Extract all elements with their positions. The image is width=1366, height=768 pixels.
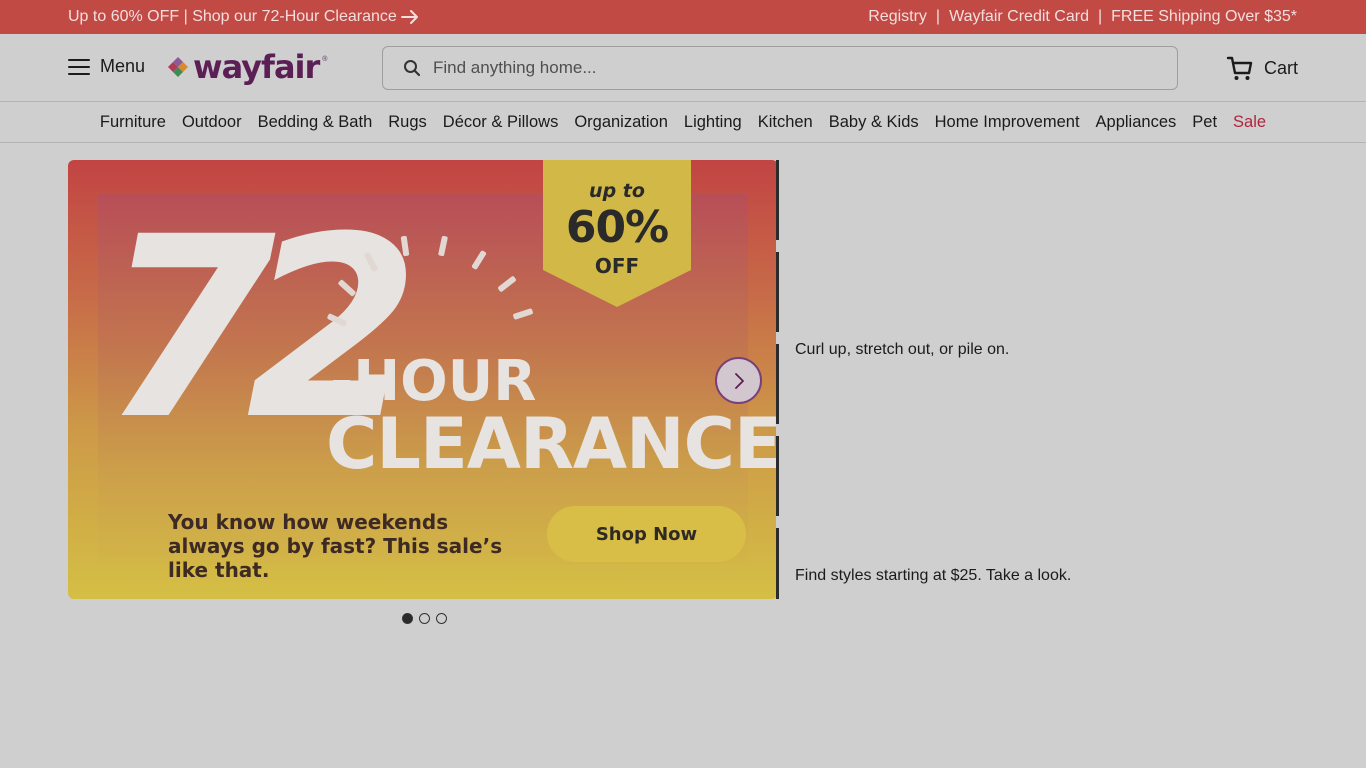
category-nav: Furniture Outdoor Bedding & Bath Rugs Dé… — [0, 103, 1366, 143]
cart-icon — [1226, 56, 1253, 80]
side-panel-text[interactable]: Curl up, stretch out, or pile on. — [795, 341, 1009, 359]
arrow-right-icon — [400, 10, 418, 24]
separator: | — [1097, 8, 1103, 25]
search-input[interactable] — [433, 58, 1133, 78]
category-sale[interactable]: Sale — [1233, 113, 1266, 132]
category-pet[interactable]: Pet — [1192, 113, 1217, 132]
site-header: Menu wayfair ® Cart — [0, 34, 1366, 102]
category-lighting[interactable]: Lighting — [684, 113, 742, 132]
decorative-tick — [497, 275, 517, 293]
decorative-tick — [512, 308, 534, 320]
search-icon[interactable] — [403, 59, 421, 77]
carousel-dot[interactable] — [402, 613, 413, 624]
category-baby-kids[interactable]: Baby & Kids — [829, 113, 919, 132]
clearance-promo-link[interactable]: Up to 60% OFF | Shop our 72-Hour Clearan… — [68, 8, 419, 26]
decorative-tick — [400, 235, 410, 257]
promo-links: Registry | Wayfair Credit Card | FREE Sh… — [868, 8, 1297, 26]
carousel-next-button[interactable] — [715, 357, 762, 404]
promo-text: Up to 60% OFF | Shop our 72-Hour Clearan… — [68, 8, 397, 25]
category-kitchen[interactable]: Kitchen — [758, 113, 813, 132]
category-furniture[interactable]: Furniture — [100, 113, 166, 132]
hero-banner[interactable]: 72 -HOUR CLEARANCE You know how weekends… — [68, 160, 778, 599]
category-decor-pillows[interactable]: Décor & Pillows — [443, 113, 559, 132]
badge-percent: 60% — [565, 202, 669, 253]
promo-bar: Up to 60% OFF | Shop our 72-Hour Clearan… — [0, 0, 1366, 34]
category-bedding-bath[interactable]: Bedding & Bath — [258, 113, 373, 132]
next-slide-peek — [776, 160, 779, 599]
category-rugs[interactable]: Rugs — [388, 113, 427, 132]
category-home-improvement[interactable]: Home Improvement — [935, 113, 1080, 132]
side-panel-text[interactable]: Find styles starting at $25. Take a look… — [795, 567, 1071, 585]
carousel-dot[interactable] — [419, 613, 430, 624]
badge-off: OFF — [594, 254, 640, 278]
discount-badge: up to 60% OFF — [543, 160, 691, 307]
carousel-dot[interactable] — [436, 613, 447, 624]
logo-text: wayfair — [193, 48, 320, 86]
chevron-right-icon — [734, 372, 744, 389]
category-appliances[interactable]: Appliances — [1096, 113, 1177, 132]
cart-button[interactable]: Cart — [1226, 54, 1298, 82]
decorative-tick — [471, 249, 487, 271]
credit-card-link[interactable]: Wayfair Credit Card — [949, 8, 1089, 26]
category-outdoor[interactable]: Outdoor — [182, 113, 242, 132]
separator: | — [935, 8, 941, 25]
badge-up-to: up to — [589, 180, 645, 202]
decorative-tick — [437, 235, 449, 257]
registry-link[interactable]: Registry — [868, 8, 927, 26]
menu-label: Menu — [100, 56, 146, 76]
carousel-pagination — [402, 613, 447, 624]
category-organization[interactable]: Organization — [574, 113, 668, 132]
cart-label: Cart — [1263, 57, 1298, 78]
logo-registered-mark: ® — [322, 56, 328, 63]
hamburger-icon — [68, 58, 90, 75]
shop-now-button[interactable]: Shop Now — [547, 506, 746, 562]
hero-copy: You know how weekends always go by fast?… — [168, 510, 503, 582]
menu-button[interactable]: Menu — [68, 56, 145, 77]
logo-mark-icon — [168, 57, 188, 77]
free-shipping-link[interactable]: FREE Shipping Over $35* — [1111, 8, 1297, 26]
search-bar — [382, 46, 1178, 90]
hero-clearance-text: CLEARANCE — [326, 403, 778, 485]
wayfair-logo[interactable]: wayfair ® — [166, 48, 327, 86]
